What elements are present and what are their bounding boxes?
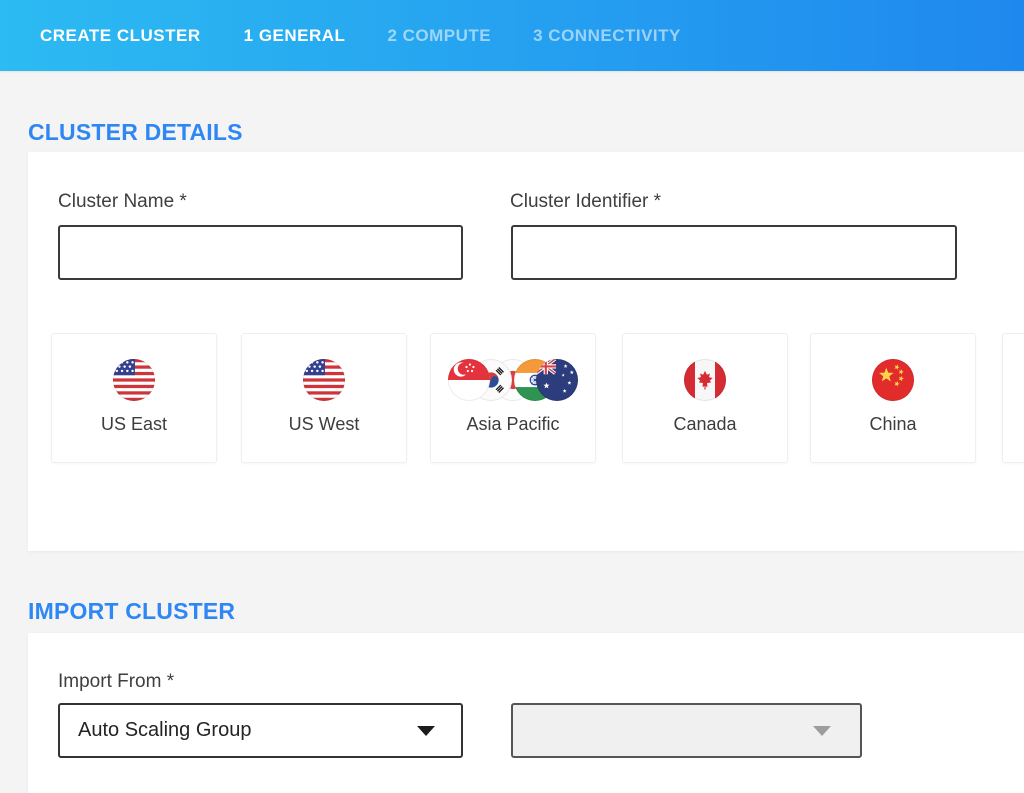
cluster-details-heading: CLUSTER DETAILS	[28, 121, 243, 144]
tab-connectivity[interactable]: 3 CONNECTIVITY	[533, 26, 681, 46]
tab-general[interactable]: 1 GENERAL	[244, 26, 346, 46]
wizard-steps: 1 GENERAL 2 COMPUTE 3 CONNECTIVITY	[244, 26, 681, 46]
cluster-name-input[interactable]	[58, 225, 463, 280]
region-card-us-west[interactable]: US West	[241, 333, 407, 463]
china-flag-icon	[872, 359, 914, 401]
wizard-header: CREATE CLUSTER 1 GENERAL 2 COMPUTE 3 CON…	[0, 0, 1024, 71]
region-card-china[interactable]: China	[810, 333, 976, 463]
import-from-value: Auto Scaling Group	[78, 719, 417, 742]
tab-compute[interactable]: 2 COMPUTE	[387, 26, 491, 46]
import-from-label: Import From *	[58, 671, 174, 693]
region-label: US West	[242, 414, 406, 434]
region-card-partial[interactable]	[1002, 333, 1024, 463]
australia-flag-icon	[536, 359, 578, 401]
us-flag-icon	[113, 359, 155, 401]
chevron-down-icon	[813, 726, 831, 736]
region-label: US East	[52, 414, 216, 434]
region-flags	[623, 359, 787, 401]
us-flag-icon	[303, 359, 345, 401]
wizard-title: CREATE CLUSTER	[40, 26, 201, 46]
region-flags	[1003, 359, 1024, 401]
region-flags	[431, 359, 595, 401]
region-flags	[52, 359, 216, 401]
region-card-canada[interactable]: Canada	[622, 333, 788, 463]
import-target-select[interactable]	[511, 703, 862, 758]
region-card-asia-pacific[interactable]: Asia Pacific	[430, 333, 596, 463]
region-flags	[242, 359, 406, 401]
region-card-us-east[interactable]: US East	[51, 333, 217, 463]
region-label: Asia Pacific	[431, 414, 595, 434]
import-cluster-heading: IMPORT CLUSTER	[28, 600, 235, 623]
cluster-identifier-input[interactable]	[511, 225, 957, 280]
import-cluster-card: Import From * Auto Scaling Group	[28, 633, 1024, 793]
cluster-identifier-label: Cluster Identifier *	[510, 191, 661, 213]
cluster-details-card: Cluster Name * Cluster Identifier * US E…	[28, 152, 1024, 551]
canada-flag-icon	[684, 359, 726, 401]
region-flags	[811, 359, 975, 401]
cluster-name-label: Cluster Name *	[58, 191, 187, 213]
chevron-down-icon	[417, 726, 435, 736]
create-cluster-page: CREATE CLUSTER 1 GENERAL 2 COMPUTE 3 CON…	[0, 0, 1024, 793]
region-label: China	[811, 414, 975, 434]
import-from-select[interactable]: Auto Scaling Group	[58, 703, 463, 758]
singapore-flag-icon	[448, 359, 490, 401]
region-label: Canada	[623, 414, 787, 434]
region-list: US East US West Asia Pacific Canada China	[28, 333, 1024, 463]
